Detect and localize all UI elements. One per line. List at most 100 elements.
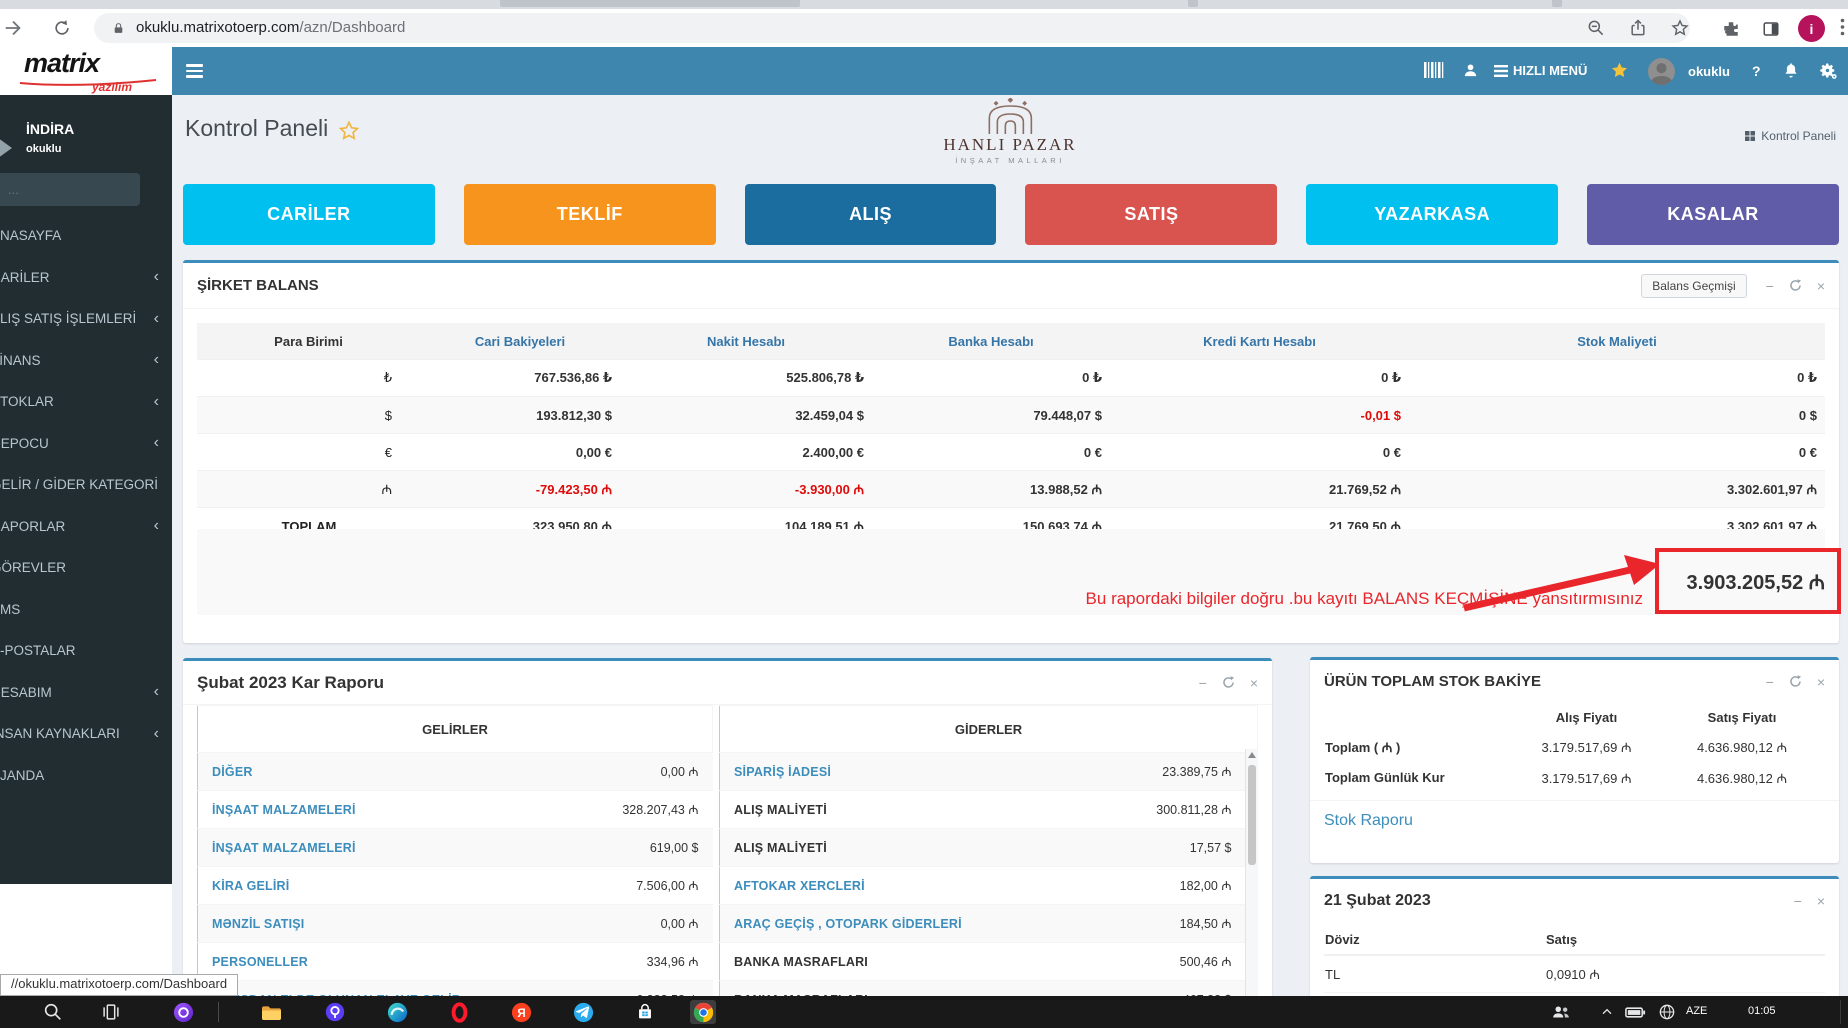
scrollbar[interactable] (1245, 749, 1258, 1028)
breadcrumb[interactable]: Kontrol Paneli (1744, 129, 1836, 143)
username-label[interactable]: okuklu (1688, 64, 1730, 79)
share-icon[interactable] (1628, 18, 1648, 38)
collapse-icon[interactable]: − (1199, 676, 1207, 690)
close-icon[interactable]: × (1817, 279, 1825, 293)
income-category-link[interactable]: İNŞAAT MALZAMELERİ (197, 790, 517, 829)
refresh-icon[interactable] (1789, 675, 1802, 688)
close-icon[interactable]: × (1250, 676, 1258, 690)
people-icon[interactable] (1548, 1000, 1574, 1024)
sidebar-item[interactable]: FİNANS ‹ (0, 340, 172, 382)
close-icon[interactable]: × (1817, 675, 1825, 689)
help-button[interactable]: ? (1752, 63, 1761, 79)
income-category-link[interactable]: KİRA GELİRİ (197, 866, 517, 905)
stock-row-label: Toplam ( ₼ ) (1325, 739, 1401, 755)
yandex-icon[interactable]: Я (508, 1000, 534, 1024)
sidebar-item[interactable]: DEPOCU ‹ (0, 423, 172, 465)
quick-menu-button[interactable]: HIZLI MENÜ (1494, 63, 1587, 78)
edge-icon[interactable] (384, 1000, 410, 1024)
expense-category-link[interactable]: SİPARİŞ İADESİ (719, 752, 1054, 791)
refresh-icon[interactable] (1222, 676, 1235, 689)
income-category-link[interactable]: İNŞAAT MALZAMELERİ (197, 828, 517, 867)
search-icon[interactable] (40, 1000, 66, 1024)
telegram-icon[interactable] (570, 1000, 596, 1024)
quick-button-yazarkasa[interactable]: YAZARKASA (1306, 184, 1559, 245)
show-desktop-divider[interactable] (1840, 1000, 1841, 1024)
bookmark-star-icon[interactable] (1670, 18, 1690, 38)
sidebar-item[interactable]: STOKLAR ‹ (0, 381, 172, 423)
balance-table: Para Birimi Cari Bakiyeleri Nakit Hesabı Ba… (197, 323, 1825, 544)
income-category-link[interactable]: MƏNZİL SATIŞI (197, 904, 517, 943)
collapse-icon[interactable]: − (1766, 279, 1774, 293)
sidebar-item[interactable]: AJANDA (0, 755, 172, 797)
app-logo[interactable]: matrix yazılım (0, 47, 172, 95)
sidebar-item[interactable]: SMS (0, 589, 172, 631)
tray-chevron-up-icon[interactable] (1594, 1000, 1620, 1024)
rate-row: TL 0,0910 ₼ (1324, 955, 1825, 993)
forward-icon[interactable] (2, 17, 24, 39)
balance-history-button[interactable]: Balans Geçmişi (1641, 273, 1747, 298)
chrome-icon[interactable] (690, 1000, 716, 1024)
close-icon[interactable]: × (1817, 894, 1825, 908)
avatar[interactable] (1648, 58, 1675, 85)
folder-icon[interactable] (258, 1000, 284, 1024)
sidebar-item[interactable]: GELİR / GİDER KATEGORİ (0, 464, 172, 506)
balance-value: 2.400,00 € (620, 433, 872, 471)
collapse-icon[interactable]: − (1794, 894, 1802, 908)
url-bar[interactable]: okuklu.matrixotoerp.com/azn/Dashboard (94, 13, 1690, 43)
logo-text: matrix (24, 48, 100, 78)
sidebar-item[interactable]: RAPORLAR ‹ (0, 506, 172, 548)
expense-row: SİPARİŞ İADESİ 23.389,75 ₼ (719, 752, 1258, 791)
app-purple-icon[interactable] (170, 1000, 196, 1024)
quick-button-tekli̇f[interactable]: TEKLİF (463, 184, 716, 245)
scroll-up-icon[interactable] (1248, 752, 1256, 758)
collapse-icon[interactable]: − (1766, 675, 1774, 689)
search-input[interactable] (0, 181, 172, 198)
sell-price-value: 4.636.980,12 ₼ (1696, 770, 1788, 786)
network-globe-icon[interactable] (1654, 1000, 1680, 1024)
quick-button-aliş[interactable]: ALIŞ (744, 184, 997, 245)
quick-button-satiş[interactable]: SATIŞ (1025, 184, 1278, 245)
settings-gears-icon[interactable] (1818, 61, 1837, 80)
language-indicator[interactable]: AZE (1686, 1005, 1707, 1017)
reload-icon[interactable] (52, 18, 72, 38)
quick-button-kasalar[interactable]: KASALAR (1587, 184, 1839, 245)
sidebar-menu: ANASAYFACARİLER‹ALIŞ SATIŞ İŞLEMLERİ‹FİN… (0, 215, 172, 796)
favorite-page-star-icon[interactable] (338, 120, 360, 142)
stock-report-link[interactable]: Stok Raporu (1324, 812, 1413, 830)
sidebar-item[interactable]: ANASAYFA (0, 215, 172, 257)
user-icon[interactable] (1462, 62, 1479, 79)
main-content: Kontrol Paneli Kontrol Paneli HANLI PAZA… (172, 95, 1848, 1028)
sidebar-item[interactable]: CARİLER ‹ (0, 257, 172, 299)
barcode-icon[interactable] (1424, 62, 1444, 78)
sidebar-item[interactable]: E-POSTALAR (0, 630, 172, 672)
income-category-link[interactable]: PERSONELLER (197, 942, 517, 981)
sidebar-toggle-icon[interactable] (186, 64, 203, 81)
zoom-out-icon[interactable] (1586, 18, 1606, 38)
favorites-star-icon[interactable] (1610, 61, 1629, 80)
chevron-left-icon: ‹ (153, 434, 159, 452)
notifications-bell-icon[interactable] (1782, 61, 1800, 79)
expense-category-link[interactable]: ARAÇ GEÇİŞ , OTOPARK GİDERLERİ (719, 904, 1054, 943)
income-category-link[interactable]: DİĞER (197, 752, 517, 791)
clock[interactable]: 01:05 (1748, 1005, 1776, 1017)
opera-icon[interactable] (446, 1000, 472, 1024)
store-icon[interactable] (632, 1000, 658, 1024)
side-panel-icon[interactable] (1762, 20, 1780, 38)
rate-table: Döviz Satış TL 0,0910 ₼ (1324, 924, 1825, 993)
scrollbar-thumb[interactable] (1248, 765, 1256, 865)
sidebar-item[interactable]: HESABIM ‹ (0, 672, 172, 714)
refresh-icon[interactable] (1789, 279, 1802, 292)
sidebar-item[interactable]: GÖREVLER (0, 547, 172, 589)
browser-profile-avatar[interactable]: i (1798, 15, 1825, 42)
browser-menu-icon[interactable] (1840, 18, 1845, 36)
task-view-icon[interactable] (98, 1000, 124, 1024)
battery-icon[interactable] (1622, 1000, 1648, 1024)
sidebar-item[interactable]: ALIŞ SATIŞ İŞLEMLERİ ‹ (0, 298, 172, 340)
quick-button-cari̇ler[interactable]: CARİLER (183, 184, 435, 245)
expense-category-link[interactable]: AFTOKAR XERCLERİ (719, 866, 1054, 905)
extensions-icon[interactable] (1722, 20, 1740, 38)
stock-row: Toplam ( ₼ ) 3.179.517,69 ₼ 4.636.980,12 ₼ (1324, 731, 1825, 762)
sidebar-item[interactable]: İNSAN KAYNAKLARI ‹ (0, 713, 172, 755)
quick-buttons: CARİLER TEKLİF ALIŞ SATIŞ YAZARKASA KASALAR (183, 184, 1839, 245)
password-app-icon[interactable] (322, 1000, 348, 1024)
